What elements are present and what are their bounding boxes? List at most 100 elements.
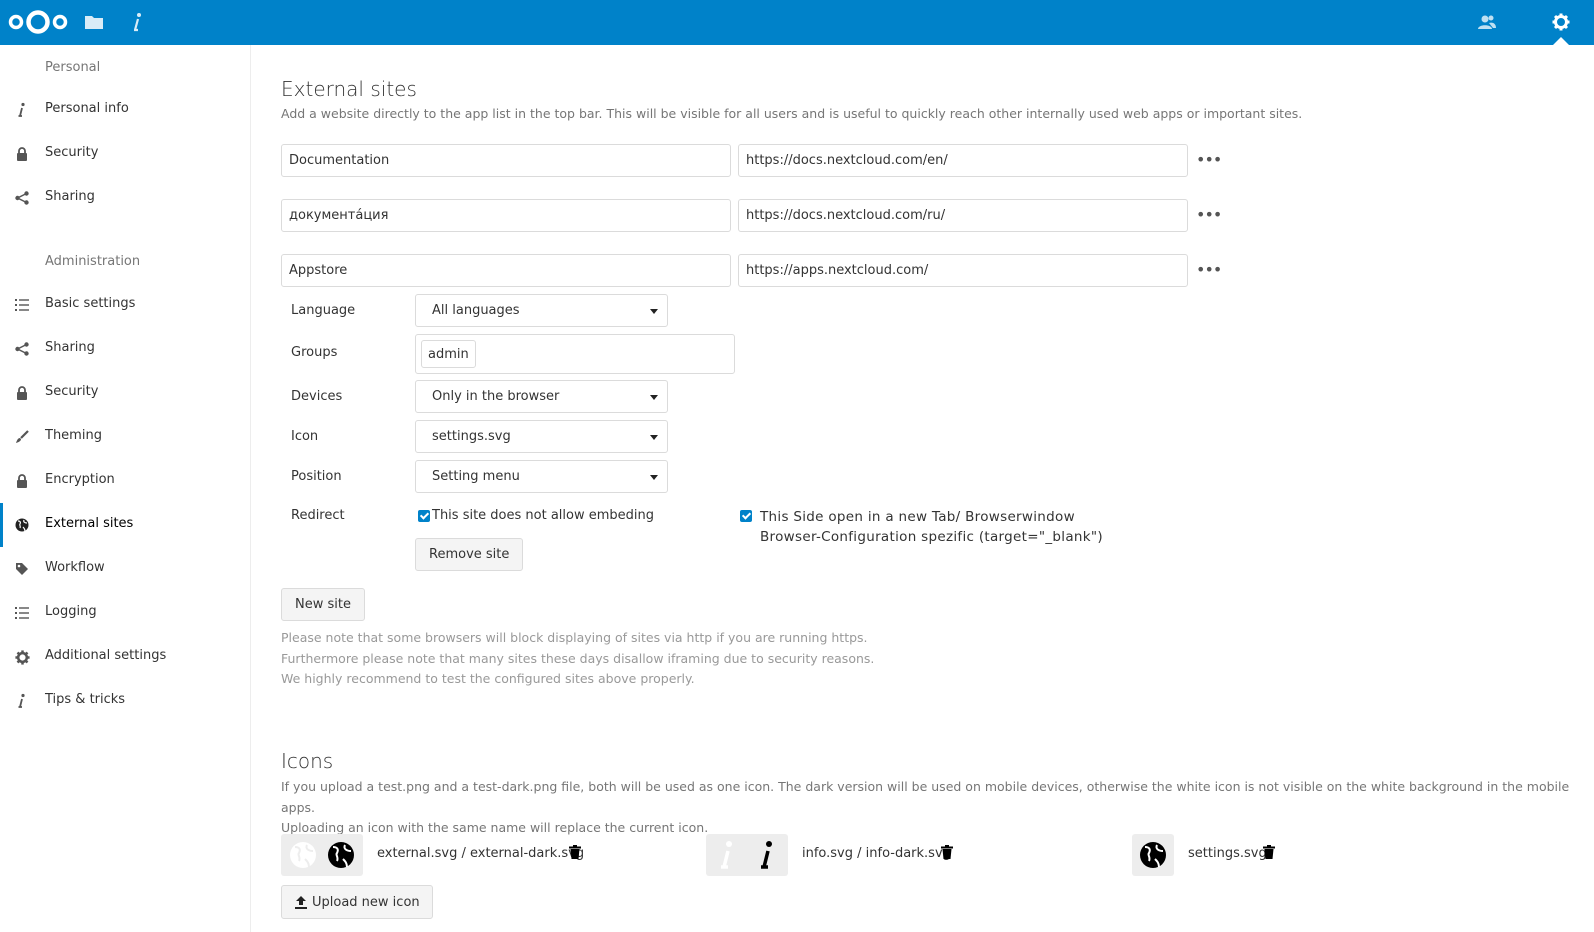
upload-icon xyxy=(295,896,307,909)
redirect-checkbox-row[interactable]: This site does not allow embeding xyxy=(418,508,654,523)
nextcloud-logo[interactable] xyxy=(7,8,69,36)
external-sites-title: External sites xyxy=(281,77,417,101)
sidebar-item-label: Sharing xyxy=(45,340,95,355)
icons-title: Icons xyxy=(281,749,334,773)
lock-icon xyxy=(14,473,30,489)
list-icon xyxy=(14,605,30,621)
globe-icon xyxy=(14,517,30,533)
sidebar-item-logging[interactable]: Logging xyxy=(0,591,250,635)
new-site-button[interactable]: New site xyxy=(281,588,365,621)
sidebar-item-tips-tricks[interactable]: Tips & tricks xyxy=(0,679,250,723)
upload-icon-button[interactable]: Upload new icon xyxy=(281,885,433,919)
site-url-input[interactable]: https://docs.nextcloud.com/en/ xyxy=(738,144,1188,177)
site-url-input[interactable]: https://docs.nextcloud.com/ru/ xyxy=(738,199,1188,232)
site-name-input[interactable]: Documentation xyxy=(281,144,731,177)
sidebar-item-label: Security xyxy=(45,384,99,399)
top-header xyxy=(0,0,1594,45)
external-sites-description: Add a website directly to the app list i… xyxy=(281,106,1303,121)
site-options-icon[interactable]: ••• xyxy=(1196,260,1222,279)
groups-label: Groups xyxy=(291,345,338,360)
sidebar-item-sharing-personal[interactable]: Sharing xyxy=(0,176,250,220)
icons-description-line: If you upload a test.png and a test-dark… xyxy=(281,779,1570,815)
language-select[interactable]: All languages xyxy=(415,294,668,327)
share-icon xyxy=(14,341,30,357)
sidebar-item-label: Security xyxy=(45,145,99,160)
site-url-input[interactable]: https://apps.nextcloud.com/ xyxy=(738,254,1188,287)
info-icon xyxy=(721,841,732,869)
note-line: Please note that some browsers will bloc… xyxy=(281,630,868,645)
icon-label: Icon xyxy=(291,429,319,444)
personal-heading: Personal xyxy=(45,60,101,75)
sidebar-item-label: Workflow xyxy=(45,560,105,575)
gear-icon xyxy=(14,649,30,665)
sidebar-item-label: Encryption xyxy=(45,472,115,487)
redirect-checkbox-label: This site does not allow embeding xyxy=(432,508,655,523)
info-icon xyxy=(761,841,772,869)
contacts-icon[interactable] xyxy=(1476,11,1498,33)
devices-select[interactable]: Only in the browser xyxy=(415,380,668,413)
new-tab-label-line1: This Side open in a new Tab/ Browserwind… xyxy=(760,509,1075,525)
sidebar-item-sharing[interactable]: Sharing xyxy=(0,327,250,371)
sidebar-item-workflow[interactable]: Workflow xyxy=(0,547,250,591)
icons-description: If you upload a test.png and a test-dark… xyxy=(281,777,1581,839)
info-icon-preview xyxy=(706,834,788,876)
share-icon xyxy=(14,190,30,206)
note-line: Furthermore please note that many sites … xyxy=(281,650,875,666)
folder-icon[interactable] xyxy=(83,11,105,33)
icon-select[interactable]: settings.svg xyxy=(415,420,668,453)
chevron-down-icon xyxy=(650,475,658,480)
chevron-down-icon xyxy=(650,309,658,314)
group-tag[interactable]: admin xyxy=(421,340,476,368)
sidebar-item-additional-settings[interactable]: Additional settings xyxy=(0,635,250,679)
site-options-icon[interactable]: ••• xyxy=(1196,150,1222,169)
position-select-value: Setting menu xyxy=(432,469,520,484)
sidebar-item-security[interactable]: Security xyxy=(0,371,250,415)
sidebar-item-external-sites[interactable]: External sites xyxy=(0,503,250,547)
icon-select-value: settings.svg xyxy=(432,429,511,444)
new-tab-label-line2: Browser-Configuration spezific (target="… xyxy=(760,529,1103,545)
trash-icon[interactable] xyxy=(1263,845,1275,859)
language-select-value: All languages xyxy=(432,303,520,318)
gear-icon[interactable] xyxy=(1550,11,1572,33)
note-line: We highly recommend to test the configur… xyxy=(281,671,695,686)
devices-select-value: Only in the browser xyxy=(432,389,560,404)
language-label: Language xyxy=(291,303,356,318)
tag-icon xyxy=(14,561,30,577)
site-name-input[interactable]: Appstore xyxy=(281,254,731,287)
sidebar-item-label: Logging xyxy=(45,604,97,619)
info-icon xyxy=(14,693,30,709)
sidebar-item-encryption[interactable]: Encryption xyxy=(0,459,250,503)
sidebar-item-personal-info[interactable]: Personal info xyxy=(0,88,250,132)
site-name-input[interactable]: документáция xyxy=(281,199,731,232)
lock-icon xyxy=(14,385,30,401)
new-tab-checkbox-label: This Side open in a new Tab/ Browserwind… xyxy=(760,507,1103,547)
administration-heading: Administration xyxy=(45,254,141,269)
icon-file-name: settings.svg xyxy=(1188,846,1267,861)
remove-site-button[interactable]: Remove site xyxy=(415,538,524,571)
sidebar-item-label: Basic settings xyxy=(45,296,136,311)
sidebar-item-theming[interactable]: Theming xyxy=(0,415,250,459)
icon-file-name: info.svg / info-dark.svg xyxy=(802,846,951,861)
position-select[interactable]: Setting menu xyxy=(415,460,668,493)
chevron-down-icon xyxy=(650,435,658,440)
new-tab-checkbox[interactable] xyxy=(740,510,752,522)
sidebar-item-security-personal[interactable]: Security xyxy=(0,132,250,176)
globe-icon xyxy=(1140,842,1166,868)
active-menu-caret xyxy=(1553,37,1569,45)
sidebar-item-label: External sites xyxy=(45,516,134,531)
sidebar-item-basic-settings[interactable]: Basic settings xyxy=(0,283,250,327)
trash-icon[interactable] xyxy=(569,845,581,859)
groups-input[interactable]: admin xyxy=(415,334,735,374)
redirect-checkbox[interactable] xyxy=(418,509,430,522)
sidebar-item-label: Personal info xyxy=(45,101,129,116)
info-icon[interactable] xyxy=(127,11,149,33)
icon-file-name: external.svg / external-dark.svg xyxy=(377,846,585,861)
settings-sidebar: Personal Personal info Security Sharing … xyxy=(0,45,251,932)
sidebar-item-label: Theming xyxy=(45,428,102,443)
external-icon-preview xyxy=(281,834,363,876)
trash-icon[interactable] xyxy=(941,845,953,859)
site-options-icon[interactable]: ••• xyxy=(1196,205,1222,224)
brush-icon xyxy=(14,429,30,445)
globe-icon xyxy=(290,842,316,868)
devices-label: Devices xyxy=(291,389,343,404)
